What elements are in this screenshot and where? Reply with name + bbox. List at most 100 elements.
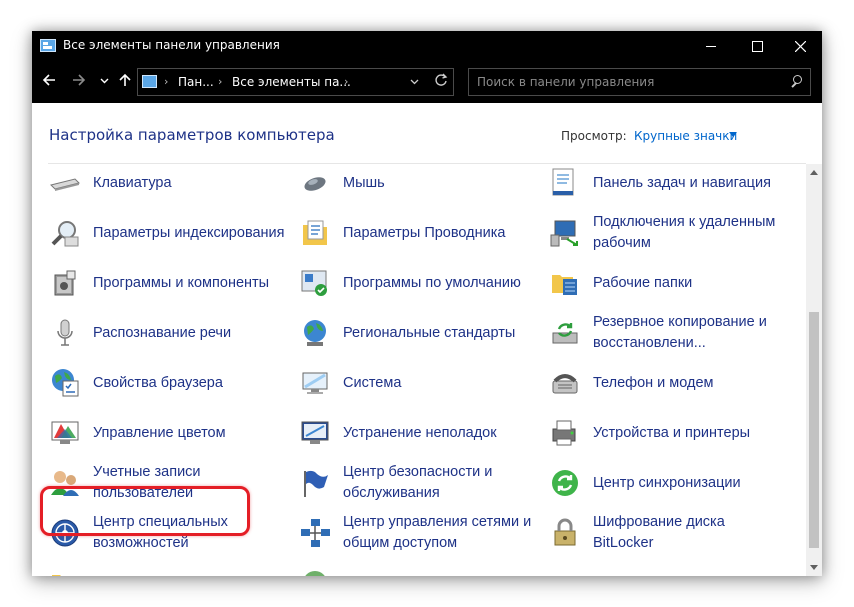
breadcrumb-item-all-items[interactable]: Все элементы па... [232,75,351,89]
vertical-scrollbar[interactable] [806,164,822,576]
item-label: Шифрование диска BitLocker [593,514,725,551]
arrow-right-icon [73,74,86,86]
breadcrumb-separator: › [164,75,169,88]
item-phone-modem[interactable]: Телефон и модем [549,361,789,405]
minimize-button[interactable] [688,31,734,61]
control-panel-icon [142,75,157,88]
item-explorer-options[interactable]: Параметры Проводника [299,211,539,255]
item-region[interactable]: Региональные стандарты [299,311,539,355]
item-label: Программы и компоненты [93,274,270,291]
item-mouse[interactable]: Мышь [299,164,539,205]
programs-icon [54,270,76,296]
item-label: Резервное копирование и восстановлени... [593,314,767,351]
item-keyboard[interactable]: Клавиатура [49,164,289,205]
caret-down-icon[interactable] [729,132,737,137]
item-label: Рабочие папки [593,274,693,291]
sync-center-icon [552,470,578,496]
item-taskbar[interactable]: Панель задач и навигация [549,164,789,205]
system-icon [302,372,328,394]
item-bitlocker[interactable]: Шифрование диска BitLocker [549,511,789,555]
item-label: Центр синхронизации [593,474,741,491]
refresh-icon[interactable] [434,73,448,87]
scroll-down-icon[interactable] [810,565,818,570]
page-title: Настройка параметров компьютера [49,126,335,144]
item-label: Управление цветом [93,424,226,441]
item-partial[interactable] [299,561,539,576]
item-troubleshooting[interactable]: Устранение неполадок [299,411,539,455]
printer-icon [552,420,576,446]
item-label: Мышь [343,174,385,191]
control-panel-icon [40,39,56,52]
item-remote-desktop[interactable]: Подключения к удаленным рабочим [549,211,789,255]
item-label: Подключения к удаленным рабочим [593,214,776,251]
item-devices-printers[interactable]: Устройства и принтеры [549,411,789,455]
main-content: Настройка параметров компьютера Просмотр… [32,103,822,576]
search-input[interactable]: Поиск в панели управления [477,75,654,89]
up-button[interactable] [118,73,132,90]
item-label: Распознавание речи [93,324,232,341]
item-label: Программы по умолчанию [343,274,521,291]
item-programs[interactable]: Программы и компоненты [49,261,289,305]
explorer-options-icon [303,220,327,245]
forward-button[interactable] [72,73,86,90]
item-label: Устранение неполадок [343,424,497,441]
arrow-up-icon [119,73,131,86]
microphone-icon [57,319,73,346]
item-speech-recognition[interactable]: Распознавание речи [49,311,289,355]
region-globe-icon [304,320,326,346]
item-label: Свойства браузера [93,374,223,391]
search-box[interactable]: Поиск в панели управления [468,68,811,96]
item-label: Телефон и модем [593,374,714,391]
recent-locations-button[interactable] [100,75,109,91]
color-management-icon [51,421,79,444]
arrow-left-icon [42,74,55,86]
maximize-icon [751,40,763,52]
item-browser-properties[interactable]: Свойства браузера [49,361,289,405]
item-indexing[interactable]: Параметры индексирования [49,211,289,255]
item-network-center[interactable]: Центр управления сетями и общим доступом [299,511,539,555]
item-label: Центр управления сетями и общим доступом [343,514,532,551]
item-system[interactable]: Система [299,361,539,405]
view-mode-dropdown[interactable]: Крупные значки [634,129,737,143]
item-color-management[interactable]: Управление цветом [49,411,289,455]
remote-desktop-icon [550,220,578,247]
chevron-down-icon [100,78,109,84]
scroll-up-icon[interactable] [810,170,818,175]
internet-options-icon [52,369,79,397]
window-title: Все элементы панели управления [63,38,280,52]
item-label: Система [343,374,402,391]
navigation-bar: › Пан... › Все элементы па... › Поиск в … [32,61,822,103]
address-bar[interactable]: › Пан... › Все элементы па... › [137,68,454,96]
font-icon [305,571,325,576]
item-security-center[interactable]: Центр безопасности и обслуживания [299,461,539,505]
item-label: Параметры индексирования [93,224,285,241]
taskbar-icon [552,168,574,196]
breadcrumb-separator: › [218,75,223,88]
chevron-down-icon[interactable] [410,77,419,86]
folder-icon [52,575,61,576]
bitlocker-icon [554,518,576,546]
item-default-programs[interactable]: Программы по умолчанию [299,261,539,305]
troubleshooting-icon [301,421,329,444]
close-icon [794,40,806,52]
work-folders-icon [552,275,577,295]
item-label: Региональные стандарты [343,324,516,341]
breadcrumb-separator: › [344,75,349,88]
item-label: Клавиатура [93,174,172,191]
mouse-icon [304,177,326,191]
item-work-folders[interactable]: Рабочие папки [549,261,789,305]
scroll-thumb[interactable] [809,312,819,548]
item-sync-center[interactable]: Центр синхронизации [549,461,789,505]
item-backup[interactable]: Резервное копирование и восстановлени... [549,311,789,355]
close-button[interactable] [777,31,822,61]
back-button[interactable] [42,73,56,90]
search-icon[interactable] [791,75,802,86]
item-label: Центр безопасности и обслуживания [343,464,493,501]
breadcrumb-item-panel[interactable]: Пан... [178,75,214,89]
item-label: Устройства и принтеры [593,424,751,441]
item-partial[interactable] [49,561,289,576]
minimize-icon [706,45,716,47]
indexing-icon [51,221,79,247]
maximize-button[interactable] [734,31,780,61]
items-grid: Клавиатура Мышь Панель задач и навигация… [32,164,807,576]
